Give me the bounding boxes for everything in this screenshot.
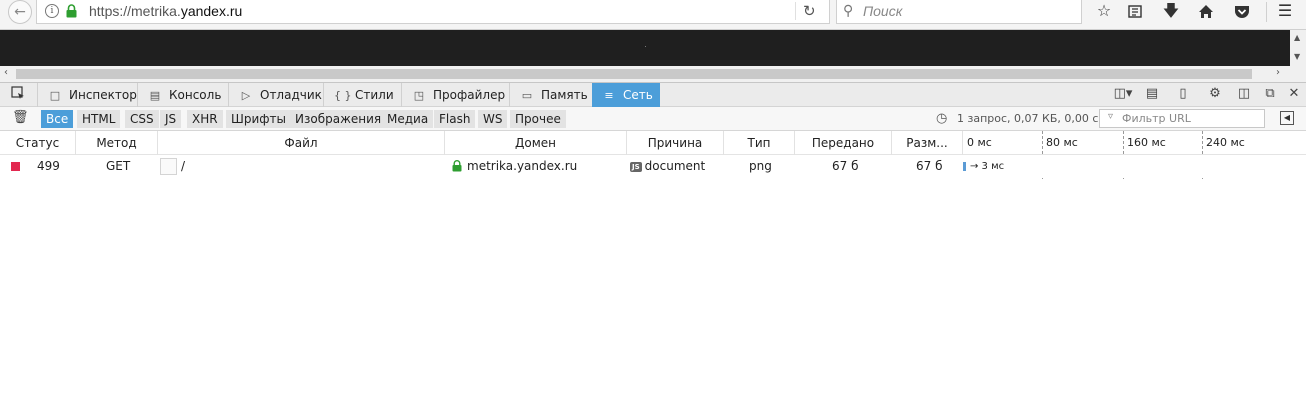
status-indicator [11,162,20,171]
scroll-right-icon[interactable]: › [1276,67,1280,78]
row-status: 499 [37,159,60,173]
style-editor-icon: { } [334,88,352,102]
requests-table-header: Статус Метод Файл Домен Причина Тип Пере… [0,131,1306,179]
scroll-corner [1290,66,1306,82]
filter-images-button[interactable]: Изображения [290,110,387,128]
url-text: https://metrika.yandex.ru [89,3,243,19]
row-timing: → 3 мс [970,161,1005,172]
row-cause: JS document [630,159,706,173]
memory-icon: ▭ [521,88,533,102]
table-row[interactable]: 499 GET / metrika.yandex.ru JS document p… [0,155,1306,178]
filter-all-button[interactable]: Все [41,110,74,128]
download-icon[interactable]: 🡇 [1159,1,1183,23]
tab-inspector[interactable]: □ Инспектор [37,83,137,107]
page-content [0,30,1290,66]
back-icon[interactable]: ← [8,0,32,24]
row-size: 67 б [916,159,943,173]
col-transferred[interactable]: Передано [795,131,892,155]
debugger-icon: ▷ [241,88,251,102]
tab-profiler[interactable]: ◳ Профайлер [401,83,509,107]
row-transferred: 67 б [832,159,859,173]
scroll-up-icon[interactable]: ▲ [1294,33,1300,42]
lock-icon [452,160,462,172]
tab-memory[interactable]: ▭ Память [509,83,592,107]
urlbar-divider [795,2,796,20]
toolbar-divider [1266,2,1267,22]
waterfall-bar [963,162,966,171]
network-filterbar: 🗑 Все HTML CSS JS XHR Шрифты Изображения… [0,107,1306,131]
settings-icon[interactable]: ⚙ [1205,86,1225,101]
filter-js-button[interactable]: JS [160,110,182,128]
tab-network[interactable]: ≡ Сеть [592,83,660,107]
row-file: / [181,159,186,173]
dock-side-icon[interactable]: ◫ [1234,86,1254,101]
search-bar[interactable]: ⚲ Поиск [836,0,1082,24]
element-picker-icon[interactable] [6,86,30,104]
filter-icon: ▿ [1108,111,1114,122]
col-status[interactable]: Статус [0,131,76,155]
search-icon: ⚲ [843,3,854,19]
timeline-tick-240: 240 мс [1206,136,1245,149]
performance-icon[interactable]: ◷ [936,111,947,126]
reading-list-icon[interactable] [1123,1,1147,23]
toggle-sidebar-icon[interactable]: ◀ [1280,111,1294,125]
scroll-thumb[interactable] [16,69,1252,79]
tab-style-editor[interactable]: { } Стили [323,83,401,107]
timeline-tick-80: 80 мс [1046,136,1078,149]
col-domain[interactable]: Домен [445,131,627,155]
responsive-mode-icon[interactable]: ▯ [1173,86,1193,101]
close-icon[interactable]: ✕ [1284,86,1304,101]
pocket-icon[interactable] [1230,1,1254,23]
devtools-tabbar: □ Инспектор ▤ Консоль ▷ Отладчик { } Стили ◳… [0,82,1306,107]
lock-icon [66,4,77,18]
filter-html-button[interactable]: HTML [77,110,121,128]
tab-debugger[interactable]: ▷ Отладчик [228,83,323,107]
row-type: png [749,159,772,173]
reload-icon[interactable]: ↻ [803,2,816,20]
browser-toolbar: ← i https://metrika.yandex.ru ↻ ⚲ Поиск … [0,0,1306,30]
url-filter-input[interactable]: ▿ Фильтр URL [1099,109,1265,128]
timeline-tick-160: 160 мс [1127,136,1166,149]
request-summary: 1 запрос, 0,07 КБ, 0,00 с [957,112,1099,125]
scratchpad-icon[interactable]: ▤ [1142,86,1162,101]
inspector-icon: □ [49,88,61,102]
home-icon[interactable] [1194,1,1218,23]
filter-css-button[interactable]: CSS [125,110,159,128]
star-icon[interactable]: ☆ [1092,1,1116,23]
network-icon: ≡ [604,88,614,102]
col-size[interactable]: Разм... [892,131,963,155]
horizontal-scrollbar[interactable]: ‹ › [0,66,1290,82]
js-badge: JS [630,162,642,172]
filter-xhr-button[interactable]: XHR [187,110,223,128]
menu-icon[interactable]: ☰ [1273,1,1297,23]
info-icon[interactable]: i [45,4,59,18]
scroll-down-icon[interactable]: ▼ [1294,52,1300,61]
profiler-icon: ◳ [413,88,425,102]
col-method[interactable]: Метод [76,131,158,155]
vertical-scrollbar[interactable]: ▲ ▼ [1290,30,1306,66]
filter-other-button[interactable]: Прочее [510,110,566,128]
row-method: GET [106,159,131,173]
timeline-tick-0: 0 мс [967,136,992,149]
tab-console[interactable]: ▤ Консоль [137,83,228,107]
col-file[interactable]: Файл [158,131,445,155]
url-filter-placeholder: Фильтр URL [1122,112,1191,125]
row-domain: metrika.yandex.ru [452,155,577,178]
url-bar[interactable]: i https://metrika.yandex.ru ↻ [36,0,830,24]
col-cause[interactable]: Причина [627,131,724,155]
clear-trash-icon[interactable]: 🗑 [12,110,29,125]
filter-media-button[interactable]: Медиа [382,110,434,128]
split-console-icon[interactable]: ◫▾ [1110,86,1136,101]
filter-fonts-button[interactable]: Шрифты [226,110,291,128]
search-placeholder: Поиск [863,3,903,19]
scroll-left-icon[interactable]: ‹ [4,67,8,78]
col-type[interactable]: Тип [724,131,795,155]
console-icon: ▤ [149,88,161,102]
file-thumbnail [160,158,177,175]
separate-window-icon[interactable]: ⧉ [1260,86,1280,101]
filter-flash-button[interactable]: Flash [434,110,476,128]
filter-ws-button[interactable]: WS [478,110,508,128]
